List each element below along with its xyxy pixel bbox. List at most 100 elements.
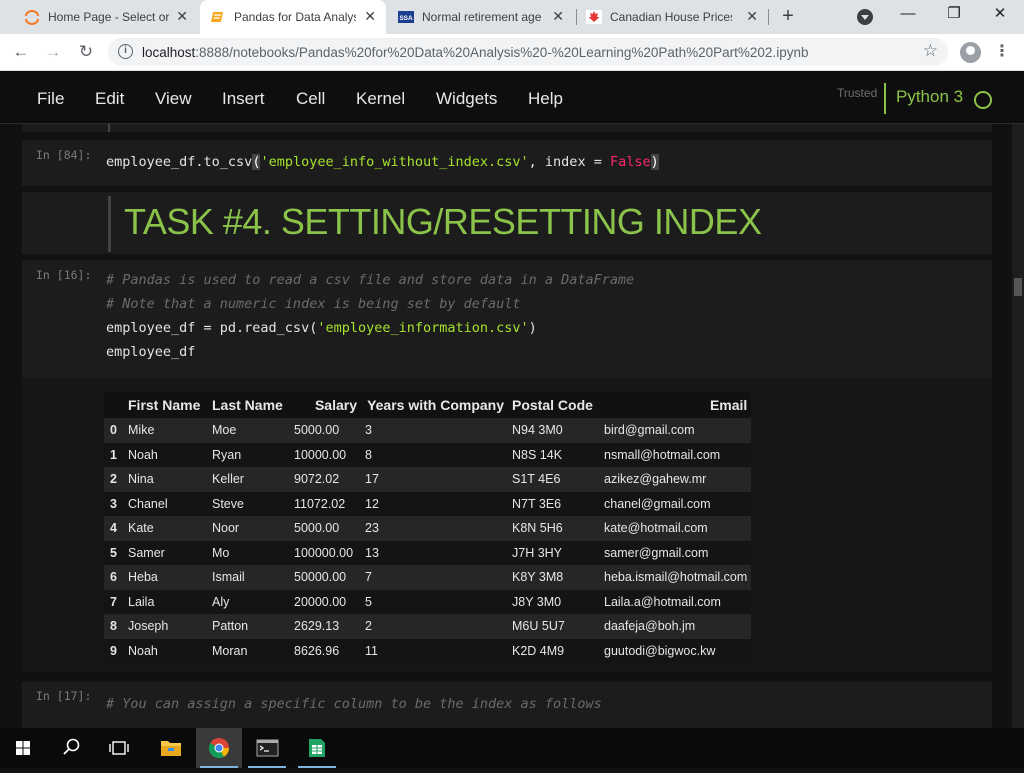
menu-cell[interactable]: Cell [296,89,325,109]
trusted-indicator[interactable]: Trusted [837,86,877,100]
row-index: 6 [104,565,124,590]
tab-pandas-notebook[interactable]: Pandas for Data Analysis ✕ [200,0,386,34]
row-index: 3 [104,491,124,516]
table-cell: 20000.00 [290,589,361,614]
code-keyword: False [609,154,651,170]
code-line[interactable]: employee_df.to_csv('employee_info_withou… [106,150,659,174]
table-cell: J7H 3HY [508,540,600,565]
table-cell: Ismail [208,565,290,590]
table-cell: Nina [124,467,208,492]
new-tab-button[interactable]: + [778,6,798,26]
scrollbar-thumb[interactable] [1014,278,1022,296]
code-token: employee_df [106,344,196,360]
close-tab-icon[interactable]: ✕ [552,9,564,23]
table-cell: 23 [361,516,508,541]
url-text[interactable]: localhost:8888/notebooks/Pandas%20for%20… [142,45,808,60]
table-cell: Noah [124,638,208,663]
table-cell: Samer [124,540,208,565]
table-cell: Joseph [124,614,208,639]
page-scrollbar[interactable] [1012,124,1024,728]
forward-arrow-icon[interactable]: → [42,41,64,63]
table-cell: Aly [208,589,290,614]
close-tab-icon[interactable]: ✕ [746,9,758,23]
terminal-icon[interactable] [244,728,290,768]
minimize-button[interactable]: — [898,4,918,24]
restore-button[interactable]: ❐ [944,4,964,24]
code-line[interactable]: # You can assign a specific column to be… [106,692,602,716]
table-cell: daafeja@boh.jm [600,614,752,639]
table-cell: Keller [208,467,290,492]
code-cell[interactable]: In [16]: # Pandas is used to read a csv … [22,260,992,378]
tab-retirement-age[interactable]: SSA Normal retirement age ✕ [388,0,574,34]
close-window-button[interactable]: ✕ [990,4,1010,24]
table-cell: kate@hotmail.com [600,516,752,541]
tab-search-icon[interactable] [857,9,873,25]
bookmark-star-icon[interactable]: ☆ [923,41,938,61]
code-token: employee_df = pd.read_csv( [106,320,318,336]
spreadsheet-icon[interactable] [294,728,340,768]
ssa-icon: SSA [398,11,414,23]
table-cell: 12 [361,491,508,516]
profile-avatar-icon[interactable] [960,42,981,63]
close-tab-icon[interactable]: ✕ [364,9,376,23]
table-cell: Patton [208,614,290,639]
kernel-name[interactable]: Python 3 [896,87,963,107]
table-cell: N94 3M0 [508,418,600,443]
table-cell: 11072.02 [290,491,361,516]
table-cell: Laila.a@hotmail.com [600,589,752,614]
menu-insert[interactable]: Insert [222,89,265,109]
close-tab-icon[interactable]: ✕ [176,9,188,23]
chrome-icon[interactable] [196,728,242,768]
table-row: 4 Kate Noor 5000.00 23 K8N 5H6 kate@hotmail.co… [104,516,752,541]
menu-kernel[interactable]: Kernel [356,89,405,109]
code-cell[interactable]: In [84]: employee_df.to_csv('employee_in… [22,140,992,186]
menu-edit[interactable]: Edit [95,89,124,109]
table-cell: 8 [361,442,508,467]
back-arrow-icon[interactable]: ← [10,41,32,63]
notebook-container: In [84]: employee_df.to_csv('employee_in… [0,124,1012,728]
table-cell: M6U 5U7 [508,614,600,639]
reload-icon[interactable]: ↻ [75,41,97,63]
table-cell: 8626.96 [290,638,361,663]
site-info-icon[interactable]: i [118,44,133,59]
table-cell: Steve [208,491,290,516]
markdown-cell[interactable]: TASK #4. SETTING/RESETTING INDEX [22,192,992,254]
column-header: Postal Code [508,392,600,418]
maple-leaf-icon [586,10,602,24]
code-line[interactable]: employee_df [106,340,195,364]
cell-prompt: In [84]: [36,148,92,162]
browser-menu-icon[interactable]: ⋮ [994,42,1010,64]
tab-divider [576,9,577,25]
kernel-divider [884,83,886,114]
table-cell: Moe [208,418,290,443]
search-icon[interactable] [48,728,94,768]
cell-prompt: In [16]: [36,268,92,282]
table-cell: 100000.00 [290,540,361,565]
table-cell: 10000.00 [290,442,361,467]
code-cell[interactable]: In [17]: # You can assign a specific col… [22,682,992,728]
code-string: 'employee_info_without_index.csv' [260,154,529,170]
menu-widgets[interactable]: Widgets [436,89,497,109]
table-cell: 13 [361,540,508,565]
table-cell: 2 [361,614,508,639]
browser-tab-strip: Home Page - Select or create a notebook … [0,0,1024,34]
menu-view[interactable]: View [155,89,192,109]
code-line[interactable]: employee_df = pd.read_csv('employee_info… [106,316,537,340]
code-line[interactable]: # Note that a numeric index is being set… [106,292,521,316]
file-explorer-icon[interactable] [148,728,194,768]
address-bar[interactable]: i localhost:8888/notebooks/Pandas%20for%… [108,38,948,66]
tab-canadian-house-prices[interactable]: Canadian House Prices ✕ [576,0,768,34]
table-cell: 5 [361,589,508,614]
table-cell: K2D 4M9 [508,638,600,663]
task-view-icon[interactable] [96,728,142,768]
browser-toolbar: ← → ↻ i localhost:8888/notebooks/Pandas%… [0,34,1024,71]
code-line[interactable]: # Pandas is used to read a csv file and … [106,268,634,292]
menu-help[interactable]: Help [528,89,563,109]
table-cell: Laila [124,589,208,614]
table-cell: samer@gmail.com [600,540,752,565]
row-index: 5 [104,540,124,565]
tab-home-page[interactable]: Home Page - Select or create a notebook … [14,0,198,34]
windows-start-icon[interactable] [0,728,46,768]
previous-cell-fragment [22,124,992,132]
menu-file[interactable]: File [37,89,64,109]
